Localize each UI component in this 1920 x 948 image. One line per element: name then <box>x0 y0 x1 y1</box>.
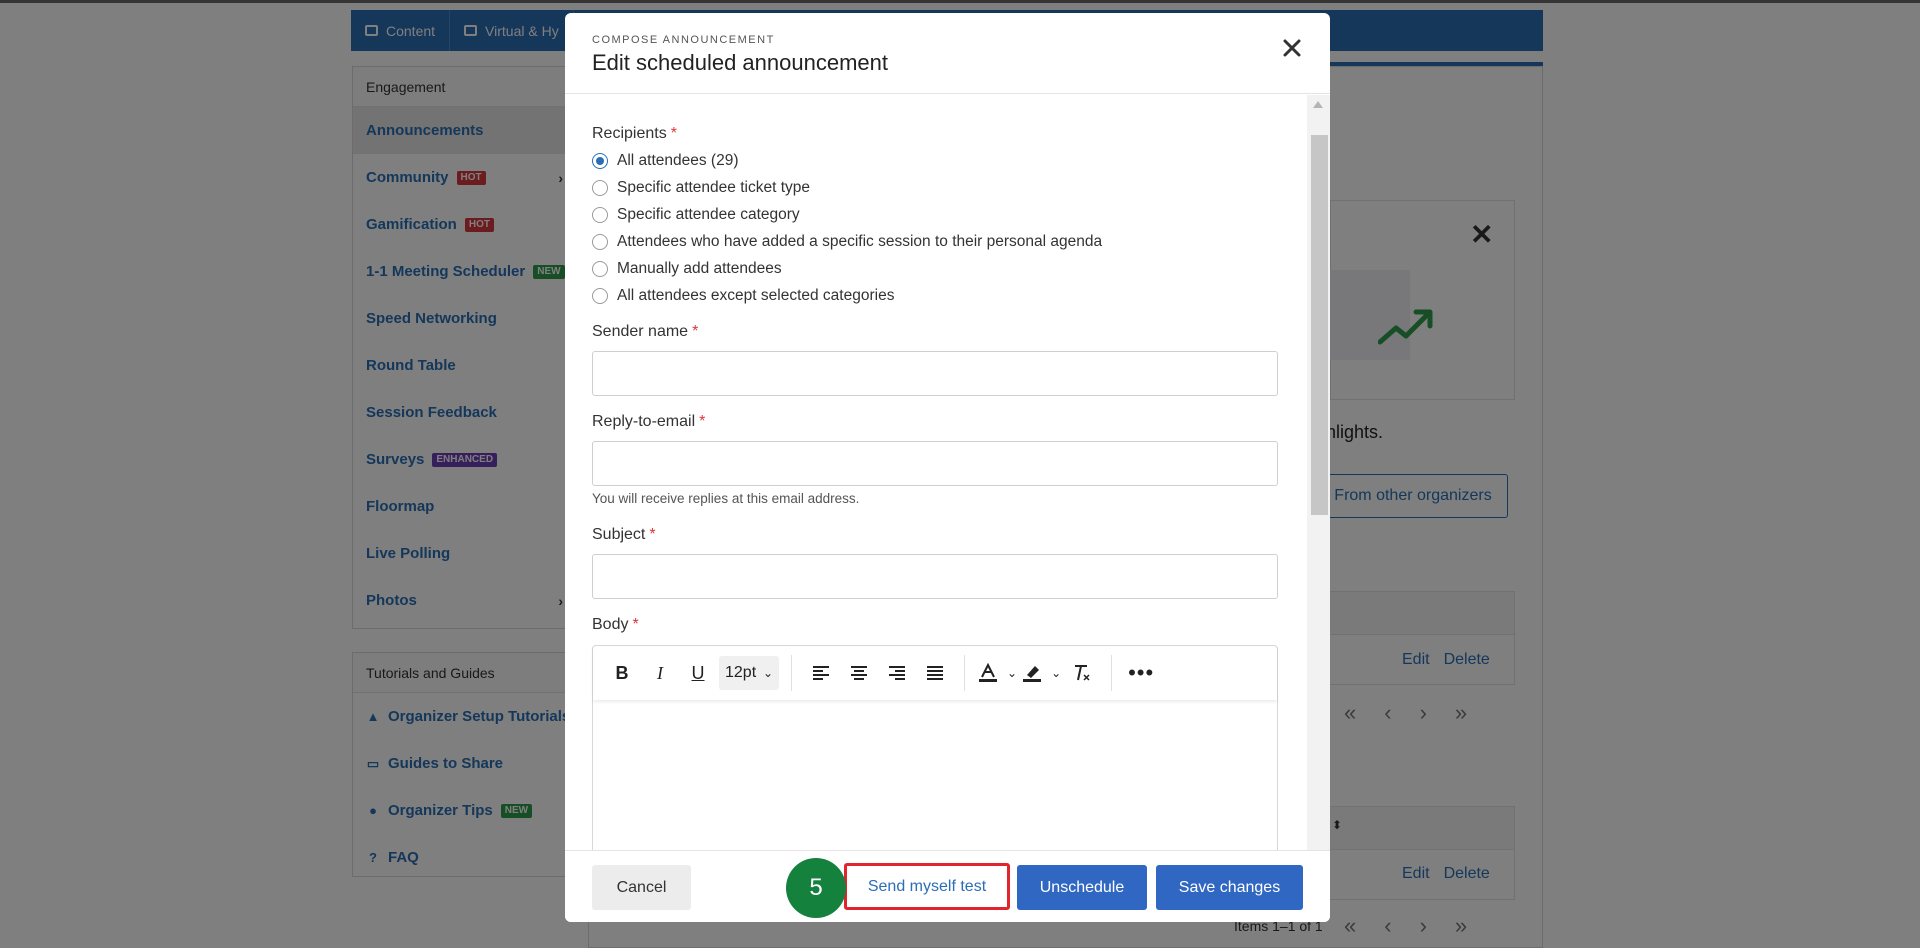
align-center-icon[interactable] <box>842 656 876 690</box>
toolbar-divider <box>964 655 965 691</box>
italic-icon[interactable]: I <box>643 656 677 690</box>
editor-toolbar: B I U 12pt ⌄ ⌄ ⌄ ••• <box>593 646 1277 700</box>
unschedule-button[interactable]: Unschedule <box>1017 865 1147 910</box>
underline-icon[interactable]: U <box>681 656 715 690</box>
sender-name-input[interactable] <box>592 351 1278 396</box>
chevron-down-icon: ⌄ <box>1051 666 1062 680</box>
scrollbar-thumb[interactable] <box>1311 135 1328 515</box>
chevron-down-icon: ⌄ <box>1007 666 1018 680</box>
modal-title: Edit scheduled announcement <box>592 50 888 75</box>
text-color-button[interactable]: ⌄ <box>977 656 1017 690</box>
save-changes-button[interactable]: Save changes <box>1156 865 1303 910</box>
subject-label-text: Subject <box>592 526 646 543</box>
sender-name-label: Sender name * <box>592 323 698 341</box>
body-label-text: Body <box>592 616 629 633</box>
radio-label: All attendees (29) <box>617 152 739 169</box>
compose-announcement-modal: COMPOSE ANNOUNCEMENT Edit scheduled anno… <box>565 13 1330 922</box>
reply-to-email-help: You will receive replies at this email a… <box>592 491 860 506</box>
recipients-label: Recipients * <box>592 125 677 143</box>
bold-icon[interactable]: B <box>605 656 639 690</box>
subject-input[interactable] <box>592 554 1278 599</box>
radio-label: Attendees who have added a specific sess… <box>617 233 1103 250</box>
text-color-icon <box>979 663 997 682</box>
align-left-icon[interactable] <box>804 656 838 690</box>
radio-button[interactable] <box>592 288 608 304</box>
modal-kicker: COMPOSE ANNOUNCEMENT <box>592 34 775 46</box>
step-number-badge: 5 <box>786 858 846 918</box>
modal-body: Recipients * All attendees (29) Specific … <box>565 95 1307 850</box>
recipient-option-session-agenda[interactable]: Attendees who have added a specific sess… <box>592 233 1102 251</box>
reply-to-email-label: Reply-to-email * <box>592 413 705 431</box>
recipient-option-all[interactable]: All attendees (29) <box>592 152 739 170</box>
highlighter-icon <box>1023 666 1042 682</box>
sender-name-label-text: Sender name <box>592 323 689 340</box>
toolbar-divider <box>791 655 792 691</box>
radio-button[interactable] <box>592 234 608 250</box>
editor-content-area[interactable] <box>593 700 1277 850</box>
clear-formatting-icon[interactable] <box>1065 656 1099 690</box>
recipient-option-ticket-type[interactable]: Specific attendee ticket type <box>592 179 810 197</box>
font-size-select[interactable]: 12pt ⌄ <box>719 656 779 690</box>
required-mark: * <box>670 125 677 142</box>
align-right-icon[interactable] <box>880 656 914 690</box>
radio-button[interactable] <box>592 153 608 169</box>
reply-to-email-input[interactable] <box>592 441 1278 486</box>
body-label: Body * <box>592 616 639 634</box>
recipient-option-category[interactable]: Specific attendee category <box>592 206 800 224</box>
required-mark: * <box>632 616 639 633</box>
reply-to-email-label-text: Reply-to-email <box>592 413 696 430</box>
radio-button[interactable] <box>592 261 608 277</box>
rich-text-editor: B I U 12pt ⌄ ⌄ ⌄ ••• <box>592 645 1278 850</box>
radio-button[interactable] <box>592 207 608 223</box>
radio-label: Specific attendee category <box>617 206 800 223</box>
radio-button[interactable] <box>592 180 608 196</box>
more-options-icon[interactable]: ••• <box>1124 656 1158 690</box>
modal-scrollbar[interactable] <box>1307 95 1330 850</box>
close-icon[interactable] <box>1275 31 1309 65</box>
cancel-button[interactable]: Cancel <box>592 865 691 910</box>
radio-label: All attendees except selected categories <box>617 287 895 304</box>
radio-label: Manually add attendees <box>617 260 782 277</box>
radio-label: Specific attendee ticket type <box>617 179 811 196</box>
modal-header: COMPOSE ANNOUNCEMENT Edit scheduled anno… <box>565 13 1330 94</box>
scroll-up-icon[interactable] <box>1313 101 1323 108</box>
subject-label: Subject * <box>592 526 656 544</box>
chevron-down-icon: ⌄ <box>762 666 773 680</box>
required-mark: * <box>692 323 699 340</box>
recipients-label-text: Recipients <box>592 125 667 142</box>
recipient-option-manual[interactable]: Manually add attendees <box>592 260 782 278</box>
toolbar-divider <box>1111 655 1113 691</box>
align-justify-icon[interactable] <box>918 656 952 690</box>
required-mark: * <box>699 413 706 430</box>
highlight-color-button[interactable]: ⌄ <box>1021 656 1061 690</box>
recipient-option-except-categories[interactable]: All attendees except selected categories <box>592 287 894 305</box>
send-myself-test-button[interactable]: Send myself test <box>844 863 1010 910</box>
font-size-value: 12pt <box>725 664 757 681</box>
required-mark: * <box>649 526 656 543</box>
